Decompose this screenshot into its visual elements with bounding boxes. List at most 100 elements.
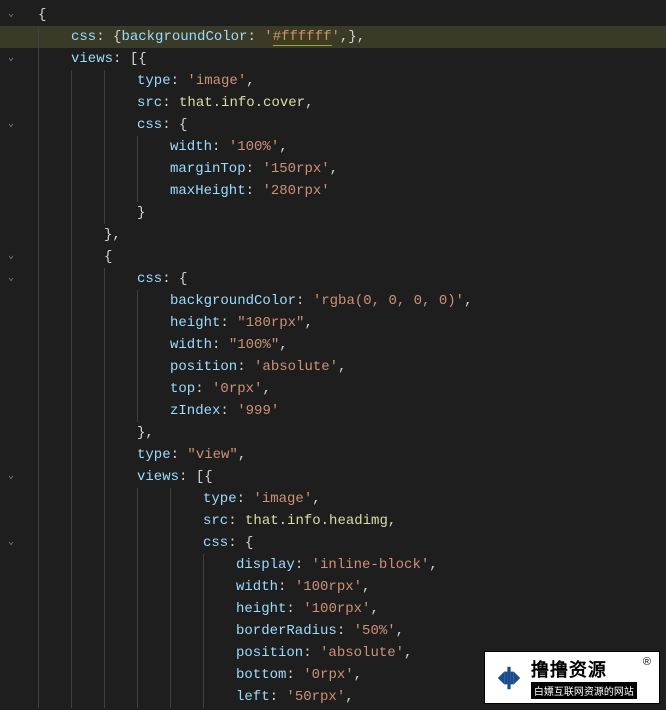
- indent-guides: [22, 686, 236, 708]
- indent-guides: [22, 4, 38, 26]
- code-line[interactable]: },: [0, 422, 666, 444]
- gutter: [0, 202, 22, 224]
- token: ,: [404, 645, 412, 661]
- code-line[interactable]: maxHeight: '280rpx': [0, 180, 666, 202]
- code-line[interactable]: }: [0, 202, 666, 224]
- token: '280rpx': [262, 183, 329, 199]
- code-line[interactable]: css: {backgroundColor: '#ffffff',},: [0, 26, 666, 48]
- code-content[interactable]: marginTop: '150rpx',: [170, 158, 666, 180]
- gutter: [0, 356, 22, 378]
- token: ,: [370, 601, 378, 617]
- code-content[interactable]: backgroundColor: 'rgba(0, 0, 0, 0)',: [170, 290, 666, 312]
- code-line[interactable]: ⌄ views: [{: [0, 466, 666, 488]
- token: ,: [330, 161, 338, 177]
- code-line[interactable]: display: 'inline-block',: [0, 554, 666, 576]
- code-line[interactable]: type: "view",: [0, 444, 666, 466]
- fold-arrow-icon[interactable]: ⌄: [8, 4, 14, 26]
- code-content[interactable]: views: [{: [71, 48, 666, 70]
- code-content[interactable]: top: '0rpx',: [170, 378, 666, 400]
- code-content[interactable]: },: [137, 422, 666, 444]
- code-content[interactable]: position: 'absolute',: [170, 356, 666, 378]
- code-line[interactable]: type: 'image',: [0, 70, 666, 92]
- token: "180rpx": [237, 315, 304, 331]
- code-line[interactable]: src: that.info.headimg,: [0, 510, 666, 532]
- indent-guides: [22, 576, 236, 598]
- code-line[interactable]: position: 'absolute',: [0, 356, 666, 378]
- token: ,: [388, 513, 396, 529]
- code-content[interactable]: css: {: [137, 268, 666, 290]
- code-content[interactable]: type: 'image',: [137, 70, 666, 92]
- code-line[interactable]: ⌄ css: {: [0, 532, 666, 554]
- code-line[interactable]: ⌄ css: {: [0, 114, 666, 136]
- code-line[interactable]: ⌄ css: {: [0, 268, 666, 290]
- code-line[interactable]: zIndex: '999': [0, 400, 666, 422]
- code-line[interactable]: },: [0, 224, 666, 246]
- watermark-subtitle: 白嫖互联网资源的网站: [531, 682, 637, 699]
- token: src: [137, 95, 162, 111]
- code-line[interactable]: width: '100rpx',: [0, 576, 666, 598]
- fold-arrow-icon[interactable]: ⌄: [8, 48, 14, 70]
- token: :: [286, 667, 303, 683]
- code-content[interactable]: maxHeight: '280rpx': [170, 180, 666, 202]
- code-line[interactable]: type: 'image',: [0, 488, 666, 510]
- code-content[interactable]: display: 'inline-block',: [236, 554, 666, 576]
- token: css: [203, 535, 228, 551]
- token: '0rpx': [303, 667, 353, 683]
- token: :: [212, 139, 229, 155]
- code-line[interactable]: ⌄ views: [{: [0, 48, 666, 70]
- fold-arrow-icon[interactable]: ⌄: [8, 268, 14, 290]
- code-editor[interactable]: ⌄{css: {backgroundColor: '#ffffff',},⌄vi…: [0, 0, 666, 708]
- code-line[interactable]: ⌄{: [0, 4, 666, 26]
- code-line[interactable]: backgroundColor: 'rgba(0, 0, 0, 0)',: [0, 290, 666, 312]
- code-content[interactable]: },: [104, 224, 666, 246]
- code-content[interactable]: css: {: [137, 114, 666, 136]
- code-line[interactable]: marginTop: '150rpx',: [0, 158, 666, 180]
- token: : [{: [113, 51, 147, 67]
- code-content[interactable]: type: "view",: [137, 444, 666, 466]
- indent-guides: [22, 378, 170, 400]
- code-line[interactable]: height: "180rpx",: [0, 312, 666, 334]
- indent-guides: [22, 290, 170, 312]
- code-content[interactable]: views: [{: [137, 466, 666, 488]
- code-content[interactable]: src: that.info.cover,: [137, 92, 666, 114]
- code-line[interactable]: width: "100%",: [0, 334, 666, 356]
- code-content[interactable]: height: '100rpx',: [236, 598, 666, 620]
- code-content[interactable]: width: '100rpx',: [236, 576, 666, 598]
- code-content[interactable]: {: [104, 246, 666, 268]
- gutter: [0, 488, 22, 510]
- code-line[interactable]: top: '0rpx',: [0, 378, 666, 400]
- code-content[interactable]: width: "100%",: [170, 334, 666, 356]
- gutter: [0, 510, 22, 532]
- code-line[interactable]: ⌄{: [0, 246, 666, 268]
- code-content[interactable]: height: "180rpx",: [170, 312, 666, 334]
- token: : {: [228, 535, 253, 551]
- code-content[interactable]: }: [137, 202, 666, 224]
- token: : [{: [179, 469, 213, 485]
- code-line[interactable]: borderRadius: '50%',: [0, 620, 666, 642]
- gutter: ⌄: [0, 466, 22, 488]
- code-content[interactable]: {: [38, 4, 666, 26]
- code-line[interactable]: height: '100rpx',: [0, 598, 666, 620]
- fold-arrow-icon[interactable]: ⌄: [8, 246, 14, 268]
- code-content[interactable]: css: {backgroundColor: '#ffffff',},: [71, 26, 666, 48]
- token: ,: [304, 315, 312, 331]
- watermark-logo-icon: [493, 662, 525, 694]
- code-content[interactable]: width: '100%',: [170, 136, 666, 158]
- code-content[interactable]: zIndex: '999': [170, 400, 666, 422]
- token: ,: [238, 447, 246, 463]
- watermark: 撸撸资源 白嫖互联网资源的网站 ®: [484, 651, 660, 704]
- token: },: [104, 227, 121, 243]
- fold-arrow-icon[interactable]: ⌄: [8, 466, 14, 488]
- gutter: [0, 620, 22, 642]
- token: css: [71, 29, 96, 45]
- fold-arrow-icon[interactable]: ⌄: [8, 114, 14, 136]
- fold-arrow-icon[interactable]: ⌄: [8, 532, 14, 554]
- token: borderRadius: [236, 623, 337, 639]
- code-content[interactable]: borderRadius: '50%',: [236, 620, 666, 642]
- code-line[interactable]: src: that.info.cover,: [0, 92, 666, 114]
- code-content[interactable]: css: {: [203, 532, 666, 554]
- code-content[interactable]: type: 'image',: [203, 488, 666, 510]
- code-content[interactable]: src: that.info.headimg,: [203, 510, 666, 532]
- code-line[interactable]: width: '100%',: [0, 136, 666, 158]
- token: :: [220, 315, 237, 331]
